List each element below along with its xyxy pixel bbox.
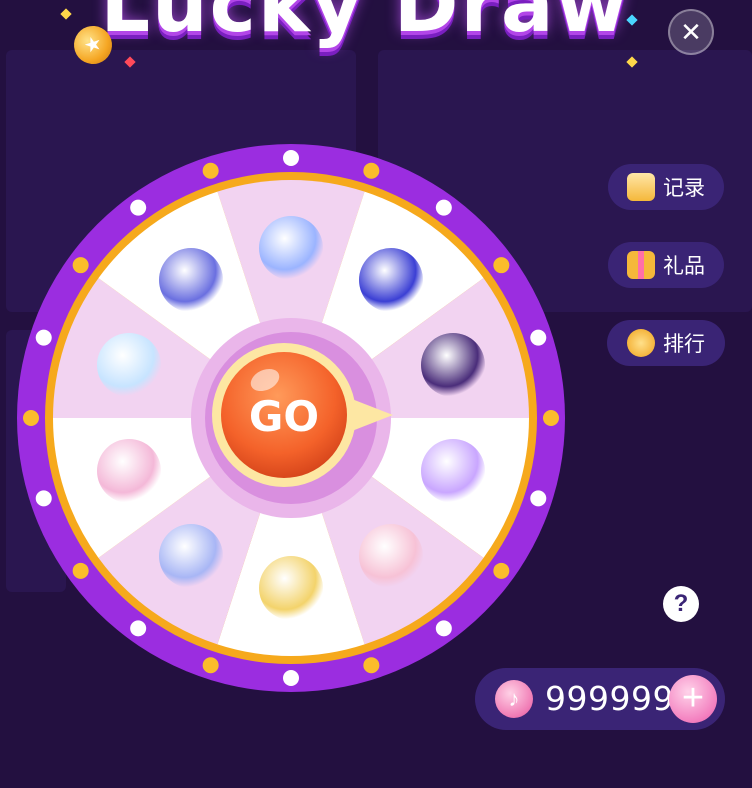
cartoon-girl-gift-icon [259, 556, 323, 620]
gift-box-icon [627, 251, 655, 279]
rim-light [435, 620, 452, 637]
add-coins-button[interactable]: + [669, 675, 717, 723]
records-label: 记录 [663, 177, 705, 200]
rim-light [435, 199, 452, 216]
rim-light [530, 329, 547, 346]
princess-avatar-frame-icon [420, 333, 485, 398]
close-button[interactable]: ✕ [668, 9, 714, 55]
rim-light [35, 490, 52, 507]
rim-light [130, 199, 147, 216]
heart-ring-gift-icon [420, 438, 485, 503]
gifts-label: 礼品 [663, 255, 705, 278]
rim-light [283, 670, 299, 686]
rim-light [72, 257, 89, 274]
rim-light [493, 562, 510, 579]
crystal-gourd-gift-icon [259, 216, 323, 280]
rank-label: 排行 [663, 333, 705, 356]
rim-light [23, 410, 39, 426]
shell-crown-gift-icon [358, 523, 423, 588]
coin-balance: ♪ 999999 + [475, 668, 725, 730]
rim-light [363, 657, 380, 674]
rank-button[interactable]: 排行 [607, 320, 725, 366]
rim-light [283, 150, 299, 166]
angel-wings-gift-icon [97, 438, 162, 503]
medal-icon [627, 329, 655, 357]
rim-light [202, 162, 219, 179]
seashell-gift-icon [159, 523, 224, 588]
go-button[interactable]: GO [211, 342, 411, 488]
records-button[interactable]: 记录 [608, 164, 724, 210]
sparkle-icon [60, 8, 72, 20]
balance-amount: 999999 [545, 679, 674, 718]
rim-light [543, 410, 559, 426]
rim-light [202, 657, 219, 674]
lucky-draw-title: Lucky Draw [100, 0, 630, 50]
clipboard-icon [627, 173, 655, 201]
rim-light [130, 620, 147, 637]
rim-light [35, 329, 52, 346]
crystal-jellyfish-gift-icon [358, 248, 423, 313]
rim-light [363, 162, 380, 179]
rim-light [530, 490, 547, 507]
gifts-button[interactable]: 礼品 [608, 242, 724, 288]
music-note-coin-icon: ♪ [495, 680, 533, 718]
help-button[interactable]: ? [663, 586, 699, 622]
rim-light [72, 562, 89, 579]
rim-light [493, 257, 510, 274]
go-label: GO [249, 392, 319, 441]
